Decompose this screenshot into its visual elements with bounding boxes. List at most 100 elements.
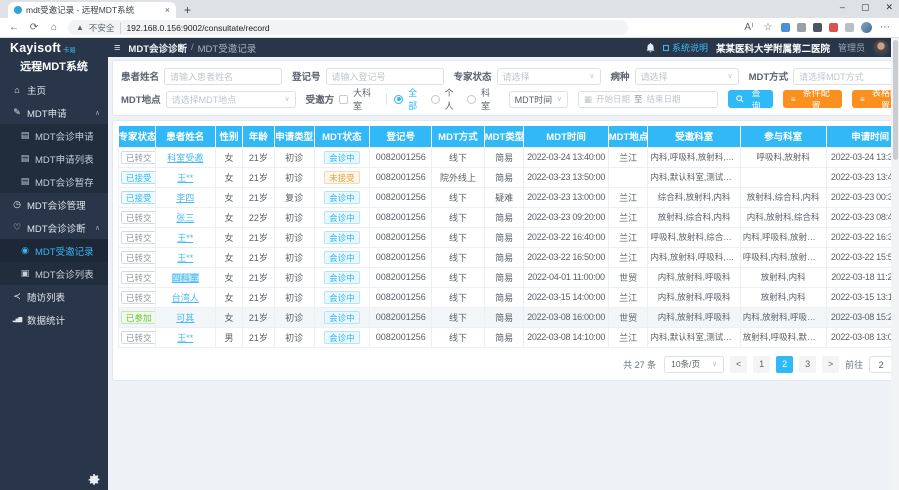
patient-name-link[interactable]: 李四 — [176, 193, 194, 203]
sidebar-item-mdt-consult-list[interactable]: ▣MDT会诊列表 — [0, 262, 108, 285]
sidebar-item-mdt-consult-diagnose[interactable]: ♡MDT会诊诊断∧ — [0, 216, 108, 239]
patient-name-link[interactable]: 王** — [177, 173, 193, 183]
extension-icon[interactable] — [813, 23, 822, 32]
patient-name-link[interactable]: 王** — [177, 233, 193, 243]
patient-name-link[interactable]: 王** — [177, 333, 193, 343]
mdt-mode-select[interactable]: 请选择MDT方式∨ — [793, 68, 899, 85]
cell-expert-status: 已转交 — [119, 287, 156, 307]
expert-status-select[interactable]: 请选择∨ — [497, 68, 601, 85]
search-button[interactable]: 查询 — [728, 90, 773, 108]
cell-mdt-status: 会诊中 — [314, 207, 370, 227]
mdt-status-tag: 会诊中 — [324, 151, 360, 164]
window-minimize-button[interactable]: – — [840, 2, 845, 13]
page-size-select[interactable]: 10条/页 ∨ — [664, 356, 724, 373]
patient-name-link[interactable]: 科室受邀 — [167, 153, 203, 163]
mdt-status-tag: 会诊中 — [324, 291, 360, 304]
settings-gear-icon[interactable] — [88, 474, 100, 486]
patient-name-link[interactable]: 四科室 — [172, 273, 199, 283]
extension-icon[interactable] — [781, 23, 790, 32]
chevron-down-icon: ∨ — [712, 360, 717, 368]
sidebar-item-mdt-consult-draft[interactable]: ▤MDT会诊暂存 — [0, 170, 108, 193]
url-bar[interactable]: ▲ 不安全 192.168.0.156:9002/consultate/reco… — [68, 20, 628, 35]
registry-no-input[interactable]: 请输入登记号 — [326, 68, 444, 85]
patient-name-link[interactable]: 王** — [177, 253, 193, 263]
user-avatar[interactable] — [873, 40, 889, 56]
cell-joined-depts: 内科,放射科,呼吸科,测试科室 — [740, 307, 826, 327]
sidebar-item-mdt-consult-apply[interactable]: ▤MDT会诊申请 — [0, 124, 108, 147]
sidebar-item-followup-list[interactable]: ≺随访列表 — [0, 285, 108, 308]
mdt-place-select[interactable]: 请选择MDT地点∨ — [166, 91, 296, 108]
cell-invited-depts: 内科,默认科室,测试科室 — [648, 327, 740, 347]
extension-icon[interactable] — [797, 23, 806, 32]
cell-mdt-time: 2022-03-23 09:20:00 — [524, 207, 608, 227]
breadcrumb-parent[interactable]: MDT会诊诊断 — [128, 41, 187, 55]
cell-invited-depts: 内科,放射科,呼吸科 — [648, 287, 740, 307]
page-scrollbar[interactable] — [891, 38, 899, 490]
sidebar-item-mdt-apply[interactable]: ✎MDT申请∧ — [0, 101, 108, 124]
cell-expert-status: 已接受 — [119, 187, 156, 207]
favorite-star-icon[interactable]: ☆ — [762, 22, 774, 33]
cell-apply-type: 初诊 — [274, 307, 314, 327]
radio-all[interactable] — [394, 95, 403, 104]
sidebar-item-mdt-apply-list[interactable]: ▤MDT申请列表 — [0, 147, 108, 170]
new-tab-button[interactable]: + — [184, 2, 191, 18]
refresh-icon[interactable]: ⟳ — [28, 22, 40, 33]
dept-group-checkbox[interactable] — [339, 95, 348, 104]
sidebar-collapse-icon[interactable]: ≡ — [114, 42, 120, 54]
extension-icon[interactable] — [829, 23, 838, 32]
radio-dept-label[interactable]: 科室 — [481, 86, 499, 112]
goto-page-input[interactable]: 2 — [869, 356, 893, 373]
dept-group-checkbox-label[interactable]: 大科室 — [353, 86, 379, 112]
window-maximize-button[interactable]: ▢ — [861, 2, 870, 13]
page-button-2[interactable]: 2 — [776, 356, 793, 373]
mdt-mode-label: MDT方式 — [749, 69, 789, 83]
window-close-button[interactable]: ✕ — [885, 2, 893, 13]
page-button-1[interactable]: 1 — [753, 356, 770, 373]
disease-select[interactable]: 请选择∨ — [635, 68, 739, 85]
logo-text: Kayisoft — [10, 41, 61, 55]
condition-config-button[interactable]: ≡ 条件配置 — [783, 90, 842, 108]
total-count: 共 27 条 — [623, 358, 656, 371]
read-aloud-icon[interactable]: A⁾ — [743, 22, 755, 33]
cell-apply-time: 2022-03-23 13:41:45 — [826, 167, 899, 187]
cell-age: 22岁 — [243, 207, 275, 227]
browser-menu-icon[interactable]: ⋯ — [879, 22, 891, 33]
page-button-3[interactable]: 3 — [799, 356, 816, 373]
next-page-button[interactable]: > — [822, 356, 839, 373]
sidebar-item-label: MDT受邀记录 — [35, 244, 94, 258]
sidebar-item-mdt-consult-manage[interactable]: ◷MDT会诊管理 — [0, 193, 108, 216]
sidebar-item-home[interactable]: ⌂主页 — [0, 78, 108, 101]
security-warning-icon[interactable]: ▲ — [76, 23, 84, 32]
table-row: 已转交王**女21岁初诊会诊中0082001256线下简易2022-03-22 … — [119, 227, 899, 247]
cell-mdt-type: 简易 — [484, 227, 524, 247]
patient-name-link[interactable]: 张三 — [176, 213, 194, 223]
radio-personal[interactable] — [431, 95, 440, 104]
notification-bell-icon[interactable] — [646, 43, 655, 53]
cell-mdt-status: 会诊中 — [314, 287, 370, 307]
back-icon[interactable]: ← — [8, 22, 20, 33]
extension-icon[interactable] — [845, 23, 854, 32]
date-range-input[interactable]: ▦ 开始日期 至 结束日期 — [578, 91, 718, 108]
patient-name-link[interactable]: 可其 — [176, 313, 194, 323]
cell-age: 21岁 — [243, 147, 275, 167]
expert-status-tag: 已转交 — [121, 251, 155, 264]
browser-tab[interactable]: mdt受邀记录 - 远程MDT系统 × — [8, 2, 176, 18]
cell-gender: 女 — [215, 227, 242, 247]
sidebar-item-mdt-invite-record[interactable]: ◉MDT受邀记录 — [0, 239, 108, 262]
prev-page-button[interactable]: < — [730, 356, 747, 373]
browser-profile-avatar[interactable] — [861, 22, 872, 33]
sidebar-item-data-stats[interactable]: ▂▅▇数据统计 — [0, 308, 108, 331]
radio-personal-label[interactable]: 个人 — [445, 86, 463, 112]
column-header-mdt-time: MDT时间 — [524, 126, 608, 147]
patient-name-input[interactable]: 请输入患者姓名 — [164, 68, 282, 85]
home-icon[interactable]: ⌂ — [48, 22, 60, 33]
app-logo[interactable]: Kayisoft 卡易 — [0, 41, 108, 55]
time-type-select[interactable]: MDT时间∨ — [509, 91, 568, 108]
radio-all-label[interactable]: 全部 — [408, 86, 426, 112]
url-text: 192.168.0.156:9002/consultate/record — [126, 23, 269, 33]
patient-name-link[interactable]: 台湾人 — [172, 293, 199, 303]
tab-close-icon[interactable]: × — [165, 5, 170, 15]
system-help-link[interactable]: 系统说明 — [663, 41, 708, 54]
expert-status-label: 专家状态 — [454, 69, 492, 83]
radio-dept[interactable] — [467, 95, 476, 104]
